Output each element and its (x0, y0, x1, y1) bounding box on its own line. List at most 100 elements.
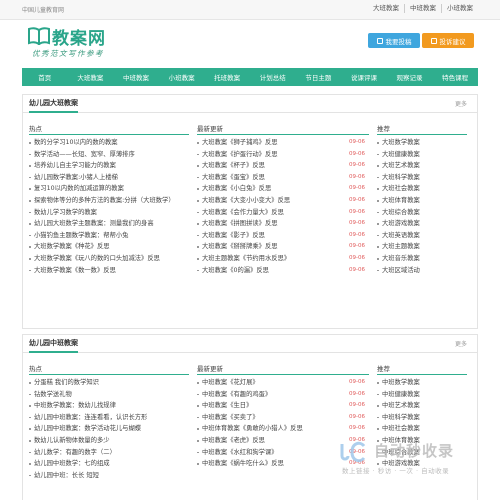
top-link-middle-class[interactable]: 中班教案 (404, 4, 441, 13)
list-item[interactable]: 大班艺术教案 (377, 160, 467, 172)
list-item[interactable]: 大班教案《0的漏》反思 09-06 (197, 265, 369, 277)
list-item[interactable]: 大班教案《小白兔》反思 09-06 (197, 183, 369, 195)
list-item-title[interactable]: 大班教案《掰掰牌乘》反思 (202, 243, 278, 250)
nav-small-class[interactable]: 小班教案 (159, 68, 205, 86)
list-item[interactable]: 幼儿园中班教案：连连看看，认识长方形 (29, 412, 189, 424)
list-item[interactable]: 大班综合教案 (377, 207, 467, 219)
list-item-title[interactable]: 中班教案《有趣的鸡蛋》 (202, 391, 271, 398)
feedback-button[interactable]: 投诉建议 (422, 33, 474, 48)
list-item[interactable]: 分蛋糕 我们的数学知识 (29, 377, 189, 389)
list-item[interactable]: 大班教案《大变小小变大》反思 09-06 (197, 195, 369, 207)
list-item-title[interactable]: 大班教案《护蛋行动》反思 (202, 151, 278, 158)
list-item[interactable]: 幼儿园数学教案:小猪人上楼梯 (29, 172, 189, 184)
list-item-title[interactable]: 中班体育教案《勇敢的小猎人》反思 (202, 425, 303, 432)
nav-home[interactable]: 首页 (22, 68, 68, 86)
list-item-title[interactable]: 大班教案《杯子》反思 (202, 162, 265, 169)
list-item-title[interactable]: 中班教案《蜗牛吃什么》反思 (202, 460, 284, 467)
list-item[interactable]: 大班数学教案《数一数》反思 (29, 265, 189, 277)
nav-reviews[interactable]: 说课评课 (341, 68, 387, 86)
nav-plans[interactable]: 计划总结 (250, 68, 296, 86)
list-item-title[interactable]: 中班教案《买卖了》 (202, 414, 259, 421)
list-item-title[interactable]: 大班教案《小白兔》反思 (202, 185, 271, 192)
list-item[interactable]: 中班健康教案 (377, 389, 467, 401)
list-item[interactable]: 大班数学教案《玩八的数的口头加减法》反思 (29, 253, 189, 265)
list-item[interactable]: 中班艺术教案 (377, 400, 467, 412)
list-item[interactable]: 大班英语教案 (377, 230, 467, 242)
list-item-title[interactable]: 大班教案《0的漏》反思 (202, 267, 269, 274)
list-item[interactable]: 大班教案《杯子》反思 09-06 (197, 160, 369, 172)
list-item[interactable]: 数学活动——长短、宽窄、厚薄排序 (29, 149, 189, 161)
list-item[interactable]: 钻数学送礼物 (29, 389, 189, 401)
list-item[interactable]: 大班音乐教案 (377, 253, 467, 265)
list-item[interactable]: 大班科学教案 (377, 172, 467, 184)
nav-holidays[interactable]: 节日主题 (296, 68, 342, 86)
list-item[interactable]: 中班数学教案 (377, 377, 467, 389)
list-item-title[interactable]: 中班教案《水红和狗学课》 (202, 449, 278, 456)
more-link[interactable]: 更多 (455, 339, 467, 348)
list-item[interactable]: 大班数学教案《种花》反思 (29, 241, 189, 253)
list-item[interactable]: 幼儿园大班数学主题教案：测量我们的身高 (29, 218, 189, 230)
list-item[interactable]: 中班体育教案《勇敢的小猎人》反思 09-06 (197, 423, 369, 435)
list-item[interactable]: 大班区域活动 (377, 265, 467, 277)
list-item-title[interactable]: 大班教案《狮子捕鸡》反思 (202, 139, 278, 146)
list-item-title[interactable]: 中班教案《老虎》反思 (202, 437, 265, 444)
list-item[interactable]: 幼儿园中班数学：七的组成 (29, 458, 189, 470)
list-item[interactable]: 大班数学教案 (377, 137, 467, 149)
list-item[interactable]: 中班教案《有趣的鸡蛋》 09-06 (197, 389, 369, 401)
submit-article-button[interactable]: 我要投稿 (368, 33, 420, 48)
nav-special-courses[interactable]: 特色课程 (432, 68, 478, 86)
list-item-date: 09-06 (349, 402, 365, 409)
list-item[interactable]: 小猫钓鱼主题数学教案：帮帮小兔 (29, 230, 189, 242)
list-item[interactable]: 大班主题教案《节约用水反思》 09-06 (197, 253, 369, 265)
list-item[interactable]: 中班科学教案 (377, 412, 467, 424)
site-name[interactable]: 中国儿童教育网 (22, 5, 64, 14)
list-item-title[interactable]: 大班教案《会作力量大》反思 (202, 209, 284, 216)
list-item[interactable]: 中班教案《花灯展》 09-06 (197, 377, 369, 389)
nav-nursery-class[interactable]: 托班教案 (204, 68, 250, 86)
list-item-title[interactable]: 中班教案《花灯展》 (202, 379, 259, 386)
list-item[interactable]: 探索物体等分的多种方法的教案:分拼（大班数学） (29, 195, 189, 207)
list-item[interactable]: 培养幼儿自主学习能力的教案 (29, 160, 189, 172)
top-link-large-class[interactable]: 大班教案 (368, 4, 404, 13)
list-item[interactable]: 数的分学习10以内的数的教案 (29, 137, 189, 149)
list-item[interactable]: 大班教案《会作力量大》反思 09-06 (197, 207, 369, 219)
list-item-date: 09-06 (349, 413, 365, 420)
list-item[interactable]: 大班教案《掰掰牌乘》反思 09-06 (197, 241, 369, 253)
list-item[interactable]: 大班主题教案 (377, 241, 467, 253)
list-item[interactable]: 幼儿园中班教案：数学活动花儿与蝴蝶 (29, 423, 189, 435)
list-item[interactable]: 大班体育教案 (377, 195, 467, 207)
list-item[interactable]: 幼儿数学：有趣的数字（二） (29, 447, 189, 459)
list-item[interactable]: 大班教案《护蛋行动》反思 09-06 (197, 149, 369, 161)
list-item-title[interactable]: 大班教案《蛋宝》反思 (202, 174, 265, 181)
site-logo[interactable]: 教案网 优秀范文写作参考 (28, 24, 148, 62)
list-item[interactable]: 大班教案《狮子捕鸡》反思 09-06 (197, 137, 369, 149)
nav-observation[interactable]: 观察记录 (387, 68, 433, 86)
list-item[interactable]: 大班社会教案 (377, 183, 467, 195)
list-item-title[interactable]: 大班教案《大变小小变大》反思 (202, 197, 290, 204)
list-item-title[interactable]: 大班教案《影子》反思 (202, 232, 265, 239)
list-item[interactable]: 大班健康教案 (377, 149, 467, 161)
list-item-date: 09-06 (349, 243, 365, 250)
list-item-title[interactable]: 大班教案《拼图拼读》反思 (202, 220, 278, 227)
list-item[interactable]: 大班教案《影子》反思 09-06 (197, 230, 369, 242)
list-item[interactable]: 中班教案《生日》 09-06 (197, 400, 369, 412)
section-title[interactable]: 幼儿园中班教案 (29, 338, 78, 353)
list-item[interactable]: 中班社会教案 (377, 423, 467, 435)
nav-large-class[interactable]: 大班教案 (68, 68, 114, 86)
list-item-date: 09-06 (349, 139, 365, 145)
list-item[interactable]: 数幼儿学习数学的教案 (29, 207, 189, 219)
list-item[interactable]: 大班游戏教案 (377, 218, 467, 230)
nav-middle-class[interactable]: 中班教案 (113, 68, 159, 86)
more-link[interactable]: 更多 (455, 99, 467, 108)
list-item-title[interactable]: 中班教案《生日》 (202, 402, 252, 409)
list-item[interactable]: 中班教案《买卖了》 09-06 (197, 412, 369, 424)
list-item[interactable]: 数幼儿认新物体数量的多少 (29, 435, 189, 447)
list-item[interactable]: 大班教案《拼图拼读》反思 09-06 (197, 218, 369, 230)
list-item[interactable]: 中班数学教案：数幼儿找规律 (29, 400, 189, 412)
list-item[interactable]: 复习10以内数的加减运算的教案 (29, 183, 189, 195)
section-title[interactable]: 幼儿园大班教案 (29, 98, 78, 113)
list-item-title[interactable]: 大班主题教案《节约用水反思》 (202, 255, 290, 262)
list-item[interactable]: 幼儿园中班：长长 短短 (29, 470, 189, 482)
list-item[interactable]: 大班教案《蛋宝》反思 09-06 (197, 172, 369, 184)
top-link-small-class[interactable]: 小班教案 (441, 4, 478, 13)
